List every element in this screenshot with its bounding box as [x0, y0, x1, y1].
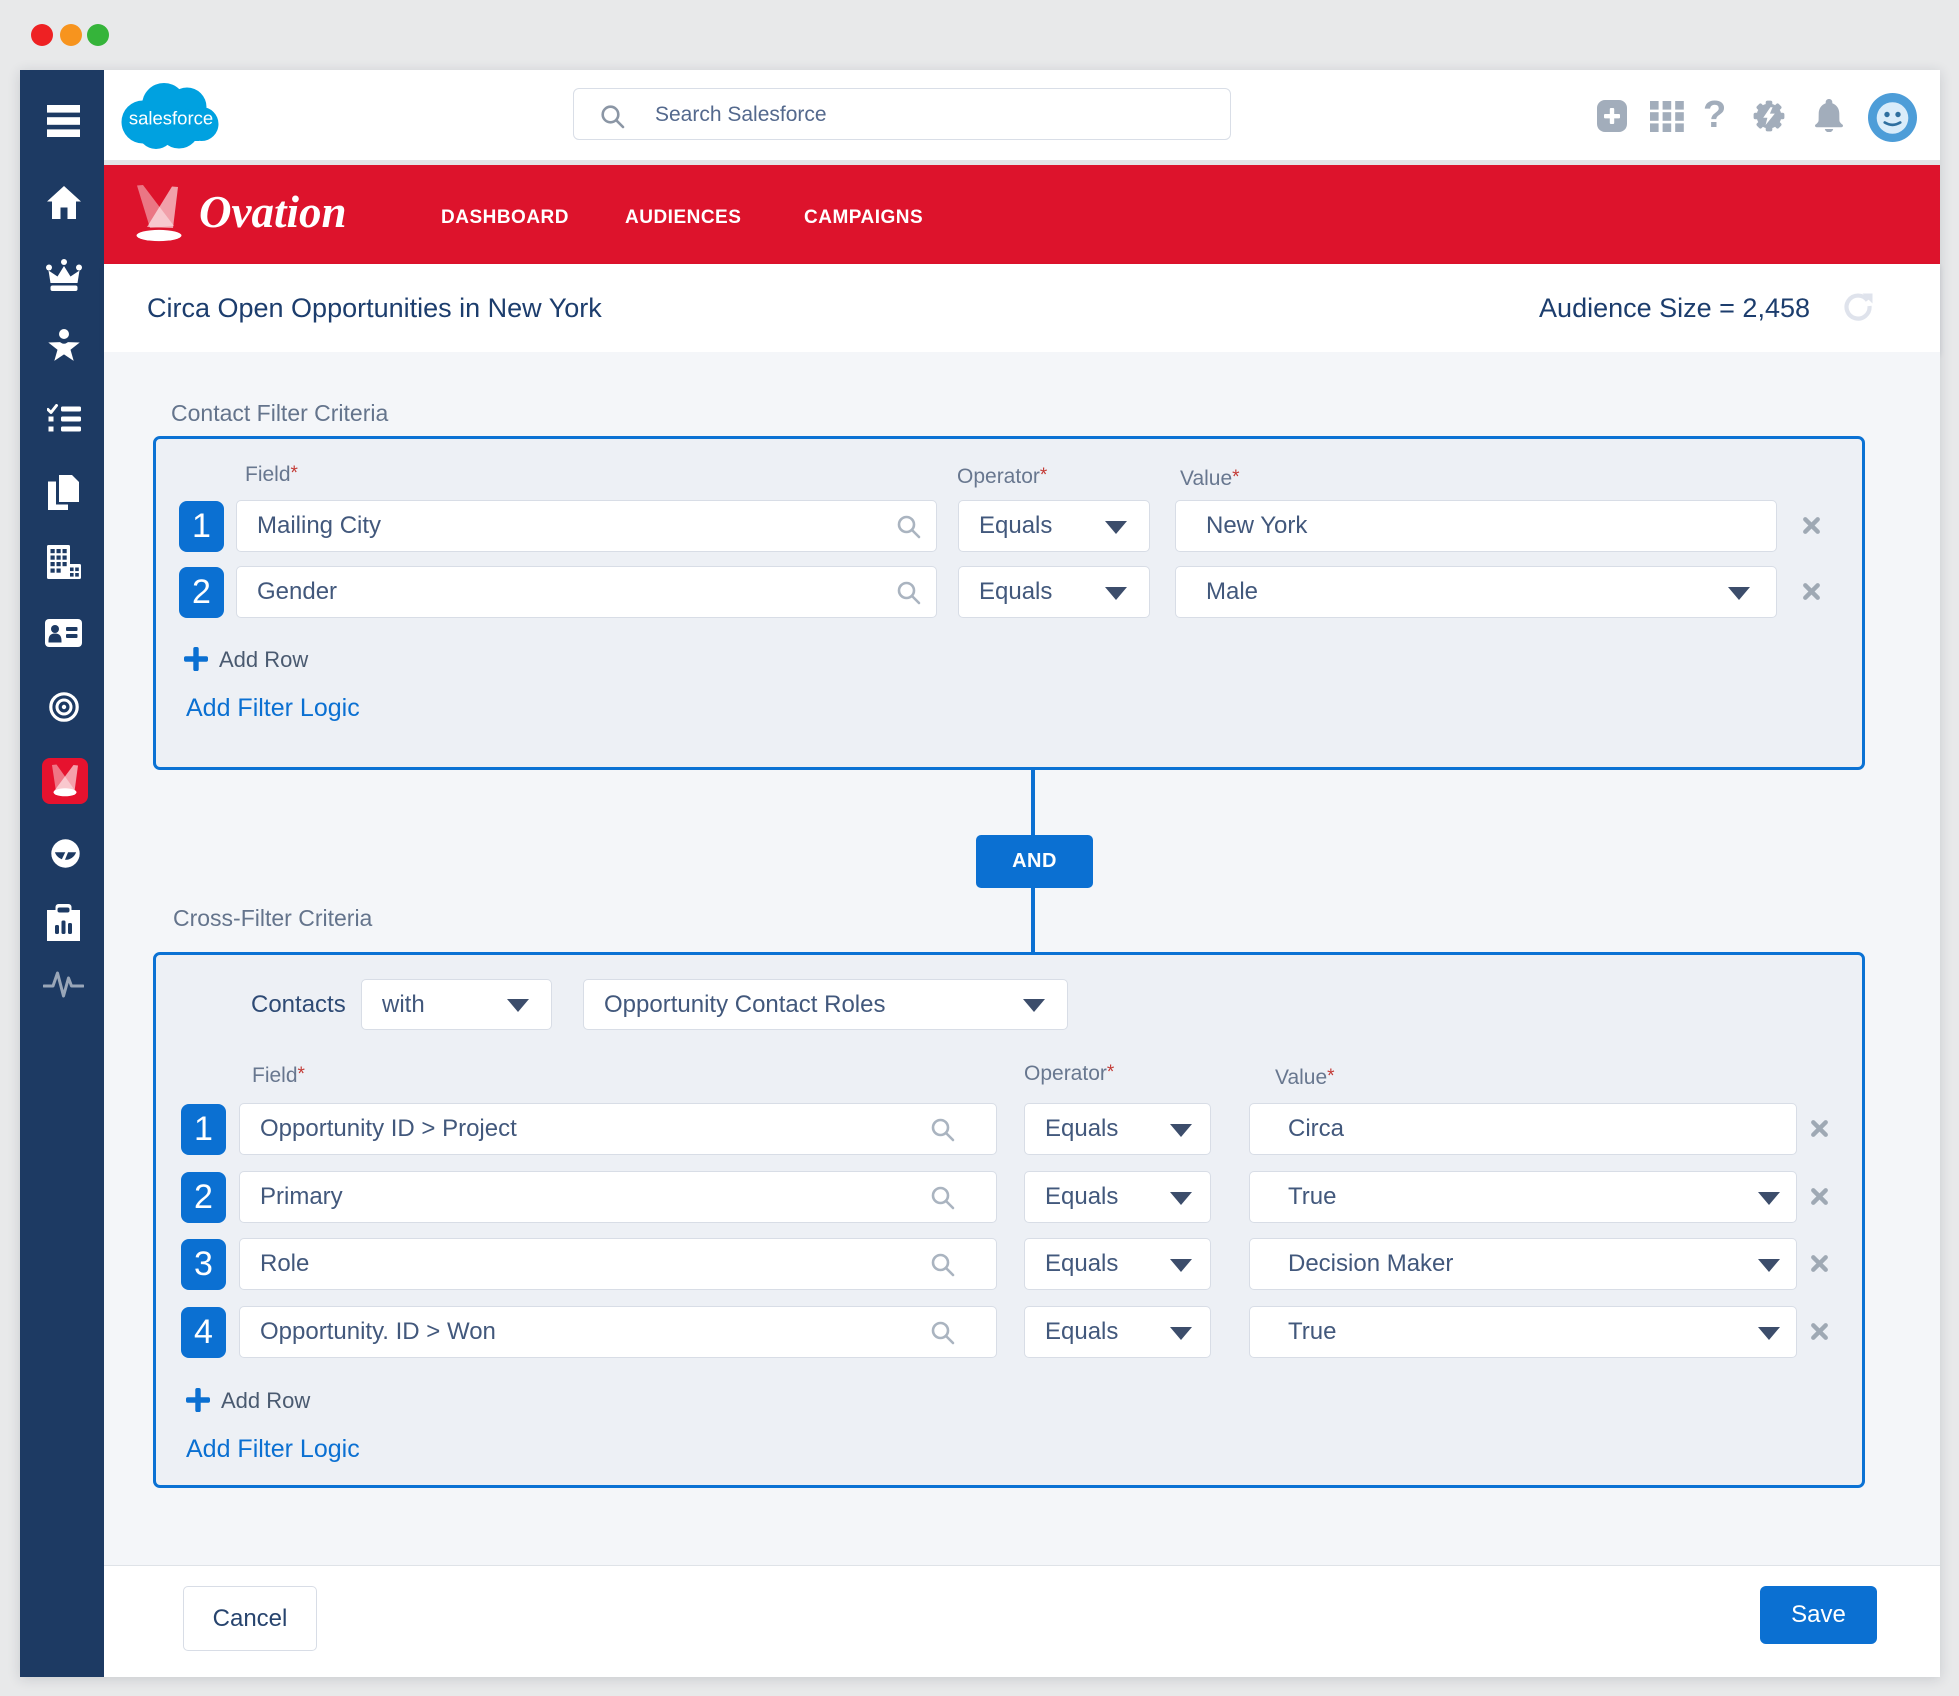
svg-text:salesforce: salesforce: [129, 108, 213, 129]
